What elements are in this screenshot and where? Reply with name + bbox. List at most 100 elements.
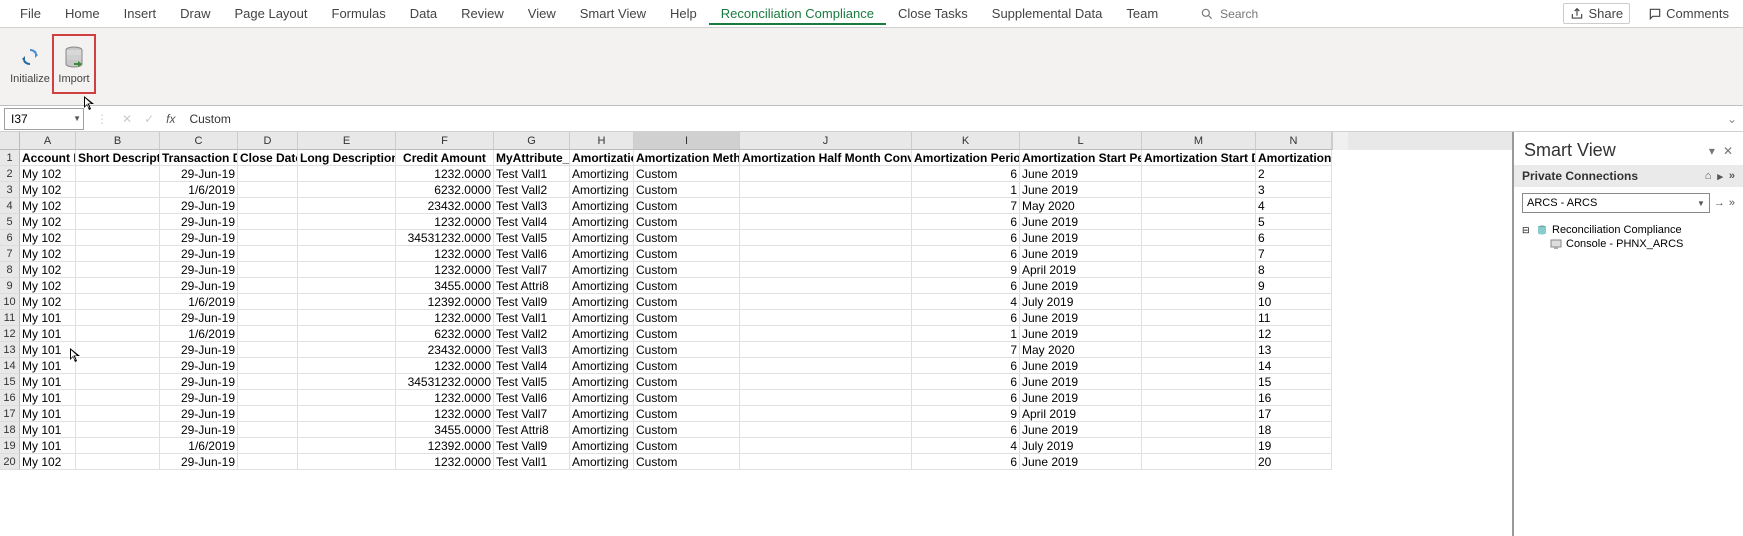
cell[interactable]	[298, 406, 396, 422]
cell[interactable]: 29-Jun-19	[160, 422, 238, 438]
cell[interactable]: 8	[1256, 262, 1332, 278]
menu-supplemental-data[interactable]: Supplemental Data	[980, 2, 1115, 25]
cell[interactable]: June 2019	[1020, 422, 1142, 438]
cell[interactable]: My 101	[20, 358, 76, 374]
cell[interactable]: Test Vall2	[494, 326, 570, 342]
cell[interactable]	[238, 278, 298, 294]
select-all-corner[interactable]	[0, 132, 20, 150]
search-box[interactable]: Search	[1200, 7, 1258, 21]
cell[interactable]	[76, 422, 160, 438]
col-header-M[interactable]: M	[1142, 132, 1256, 150]
cell[interactable]	[1142, 374, 1256, 390]
cell[interactable]	[740, 294, 912, 310]
cell[interactable]: Custom	[634, 422, 740, 438]
cell[interactable]	[1142, 214, 1256, 230]
cell[interactable]	[1142, 230, 1256, 246]
cell[interactable]: Custom	[634, 358, 740, 374]
cell[interactable]	[298, 166, 396, 182]
cell[interactable]	[238, 438, 298, 454]
cell[interactable]: June 2019	[1020, 374, 1142, 390]
cell[interactable]: June 2019	[1020, 230, 1142, 246]
cell[interactable]: Amortizing	[570, 246, 634, 262]
cell[interactable]	[76, 278, 160, 294]
cell[interactable]: Custom	[634, 166, 740, 182]
chevron-right-icon[interactable]: ▸	[1717, 170, 1723, 183]
cell[interactable]	[298, 294, 396, 310]
menu-team[interactable]: Team	[1114, 2, 1170, 25]
cell[interactable]: Amortizing	[570, 278, 634, 294]
row-header[interactable]: 1	[0, 150, 20, 166]
cell[interactable]: 6	[912, 214, 1020, 230]
cell[interactable]	[740, 390, 912, 406]
cell[interactable]	[740, 358, 912, 374]
cell[interactable]	[298, 230, 396, 246]
cell[interactable]: 5	[1256, 214, 1332, 230]
cell[interactable]: 1232.0000	[396, 358, 494, 374]
cell[interactable]: Custom	[634, 246, 740, 262]
cell[interactable]	[1142, 326, 1256, 342]
cell[interactable]	[238, 358, 298, 374]
cell[interactable]: 17	[1256, 406, 1332, 422]
cell[interactable]	[76, 262, 160, 278]
col-header-B[interactable]: B	[76, 132, 160, 150]
cell[interactable]	[76, 406, 160, 422]
cell[interactable]	[1142, 358, 1256, 374]
row-header[interactable]: 16	[0, 390, 20, 406]
cell[interactable]	[298, 422, 396, 438]
cell[interactable]: 12	[1256, 326, 1332, 342]
confirm-icon[interactable]: ✓	[144, 112, 154, 126]
cell[interactable]	[740, 214, 912, 230]
cell[interactable]	[740, 198, 912, 214]
cell[interactable]: 4	[912, 438, 1020, 454]
cell[interactable]	[76, 374, 160, 390]
cell[interactable]: 2	[1256, 166, 1332, 182]
cell[interactable]: 1/6/2019	[160, 294, 238, 310]
cell[interactable]	[238, 374, 298, 390]
cell[interactable]	[238, 454, 298, 470]
cell[interactable]: My 101	[20, 326, 76, 342]
cell[interactable]: Amortizing	[570, 182, 634, 198]
col-header-I[interactable]: I	[634, 132, 740, 150]
cell[interactable]: Test Vall3	[494, 342, 570, 358]
cell[interactable]	[76, 246, 160, 262]
comments-button[interactable]: Comments	[1642, 4, 1735, 23]
cell[interactable]: My 102	[20, 262, 76, 278]
cell[interactable]: 12392.0000	[396, 438, 494, 454]
cell[interactable]: 1232.0000	[396, 454, 494, 470]
cell[interactable]	[238, 214, 298, 230]
more-icon[interactable]: »	[1729, 170, 1735, 183]
menu-review[interactable]: Review	[449, 2, 516, 25]
cell[interactable]: Amortizing	[570, 310, 634, 326]
cell[interactable]: 6	[912, 454, 1020, 470]
cell[interactable]: My 101	[20, 406, 76, 422]
cell[interactable]: 9	[912, 406, 1020, 422]
cell[interactable]	[238, 390, 298, 406]
cell[interactable]	[298, 438, 396, 454]
cell[interactable]	[740, 342, 912, 358]
row-header[interactable]: 18	[0, 422, 20, 438]
cell[interactable]: 6	[912, 422, 1020, 438]
cancel-icon[interactable]: ✕	[122, 112, 132, 126]
col-header-J[interactable]: J	[740, 132, 912, 150]
name-box[interactable]: I37 ▼	[4, 108, 84, 130]
cell[interactable]	[298, 454, 396, 470]
cell[interactable]: 1232.0000	[396, 390, 494, 406]
cell[interactable]	[76, 166, 160, 182]
cell[interactable]	[740, 262, 912, 278]
cell[interactable]: 29-Jun-19	[160, 166, 238, 182]
cell[interactable]	[76, 390, 160, 406]
cell[interactable]: 29-Jun-19	[160, 198, 238, 214]
cell[interactable]: My 101	[20, 438, 76, 454]
cell[interactable]: 3455.0000	[396, 278, 494, 294]
row-header[interactable]: 13	[0, 342, 20, 358]
menu-data[interactable]: Data	[398, 2, 449, 25]
cell[interactable]: Amortizing	[570, 214, 634, 230]
cell[interactable]: My 101	[20, 310, 76, 326]
cell[interactable]	[76, 230, 160, 246]
tree-root[interactable]: ⊟ Reconciliation Compliance	[1522, 223, 1735, 237]
cell[interactable]: Custom	[634, 294, 740, 310]
cell[interactable]	[76, 438, 160, 454]
cell[interactable]: 4	[1256, 198, 1332, 214]
cell[interactable]: Custom	[634, 198, 740, 214]
import-button[interactable]: Import	[52, 34, 96, 94]
